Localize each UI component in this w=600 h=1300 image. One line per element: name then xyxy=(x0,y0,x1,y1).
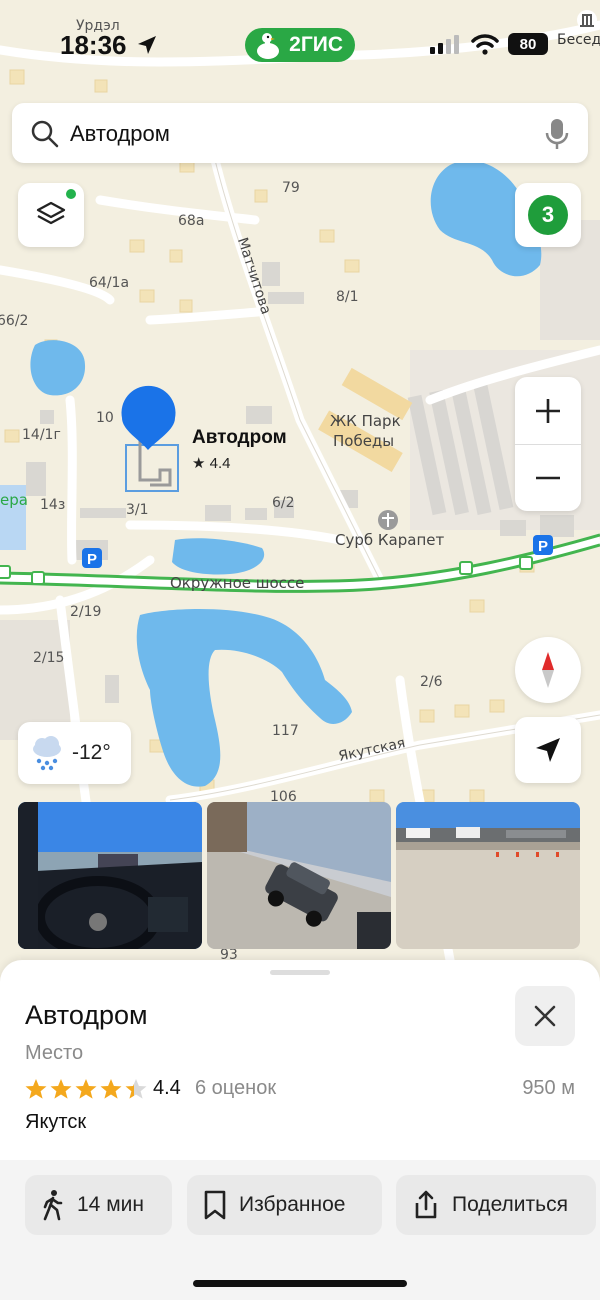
battery-indicator: 80 xyxy=(508,33,548,55)
svg-text:P: P xyxy=(87,551,97,568)
search-input[interactable]: Автодром xyxy=(70,121,170,147)
compass-button[interactable] xyxy=(515,637,581,703)
clock: 18:36 xyxy=(60,30,127,60)
map-label: 2/6 xyxy=(420,674,443,690)
favorites-button[interactable]: Избранное xyxy=(187,1175,382,1235)
distance: 950 м xyxy=(522,1077,575,1099)
layers-icon xyxy=(36,201,66,225)
half-star-icon xyxy=(125,1079,147,1099)
pin-rating: ★ 4.4 xyxy=(192,455,231,472)
map-label: ЖК Парк xyxy=(330,412,401,430)
route-walk-label: 14 мин xyxy=(77,1193,144,1216)
action-bar: 14 мин Избранное Поделиться xyxy=(0,1160,600,1300)
weather-widget[interactable]: -12° xyxy=(18,722,131,784)
zoom-control xyxy=(515,377,581,511)
star-icon xyxy=(25,1079,47,1099)
zoom-out-button[interactable] xyxy=(515,445,581,511)
place-title: Автодром xyxy=(25,1000,148,1030)
map-label: Окружное шоссе xyxy=(170,574,305,592)
search-icon xyxy=(31,120,59,148)
sheet-grabber[interactable] xyxy=(270,970,330,975)
star-icon xyxy=(75,1079,97,1099)
location-arrow-icon xyxy=(138,36,156,54)
microphone-icon[interactable] xyxy=(544,117,570,151)
search-bar[interactable]: Автодром xyxy=(12,103,588,163)
layers-indicator-dot xyxy=(66,189,76,199)
close-button[interactable] xyxy=(515,986,575,1046)
bookmark-icon xyxy=(204,1190,226,1220)
place-city: Якутск xyxy=(25,1111,87,1133)
pin-title[interactable]: Автодром xyxy=(192,427,287,449)
photo-strip[interactable] xyxy=(18,802,583,950)
photo-thumbnail[interactable] xyxy=(396,802,580,949)
map-label: 6/2 xyxy=(272,495,295,511)
map-label: 14/1г xyxy=(22,427,61,443)
map-label: 64/1а xyxy=(89,275,130,291)
place-card: Автодром Место 4.4 6 оценок 950 м Якутск… xyxy=(0,960,600,1300)
rating-value: 4.4 xyxy=(153,1077,181,1099)
map-label: 3/1 xyxy=(126,502,149,518)
close-icon xyxy=(534,1005,556,1027)
map-label: 2/19 xyxy=(70,604,102,620)
photo-thumbnail[interactable] xyxy=(207,802,391,949)
favorites-label: Избранное xyxy=(239,1193,346,1216)
share-icon xyxy=(415,1190,437,1219)
traffic-zone-button[interactable]: 3 xyxy=(515,183,581,247)
map-label: 2/15 xyxy=(33,650,65,666)
map-label: 117 xyxy=(272,723,299,739)
map-label: 8/1 xyxy=(336,289,359,305)
church-icon xyxy=(378,510,398,530)
map-label: 10 xyxy=(96,410,114,426)
zoom-in-button[interactable] xyxy=(515,378,581,444)
photo-thumbnail[interactable] xyxy=(18,802,202,949)
wifi-icon xyxy=(471,34,499,55)
place-category: Место xyxy=(25,1042,84,1064)
brand-badge[interactable]: 2ГИС xyxy=(245,28,355,62)
star-icon xyxy=(100,1079,122,1099)
map-label: 79 xyxy=(282,180,300,196)
share-label: Поделиться xyxy=(452,1193,568,1216)
minus-icon xyxy=(536,476,560,479)
map-label: 68а xyxy=(178,213,205,229)
home-indicator[interactable] xyxy=(193,1280,407,1287)
rating-stars xyxy=(25,1079,147,1099)
map-label: Сурб Карапет xyxy=(335,531,445,549)
navigation-arrow-icon xyxy=(536,738,560,762)
svg-text:P: P xyxy=(538,538,548,555)
compass-icon xyxy=(542,652,554,688)
share-button[interactable]: Поделиться xyxy=(396,1175,596,1235)
plus-icon xyxy=(536,398,560,423)
layers-button[interactable] xyxy=(18,183,84,247)
review-count[interactable]: 6 оценок xyxy=(195,1077,276,1100)
cellular-signal-icon xyxy=(430,35,459,54)
snow-cloud-icon xyxy=(33,736,61,771)
map-label: Победы xyxy=(333,432,395,450)
weather-temperature: -12° xyxy=(72,741,111,764)
walking-person-icon xyxy=(43,1190,63,1221)
parking-icon: P xyxy=(533,535,553,555)
brand-name: 2ГИС xyxy=(289,33,343,56)
route-walk-button[interactable]: 14 мин xyxy=(25,1175,172,1235)
map-label: 14з xyxy=(40,497,66,513)
my-location-button[interactable] xyxy=(515,717,581,783)
status-bar: 18:36 2ГИС 80 xyxy=(0,0,600,80)
zone-badge: 3 xyxy=(528,195,568,235)
goose-logo-icon xyxy=(257,33,279,59)
map-label: ера xyxy=(0,491,28,509)
map-label: 66/2 xyxy=(0,313,29,329)
parking-icon: P xyxy=(82,548,102,568)
star-icon xyxy=(50,1079,72,1099)
